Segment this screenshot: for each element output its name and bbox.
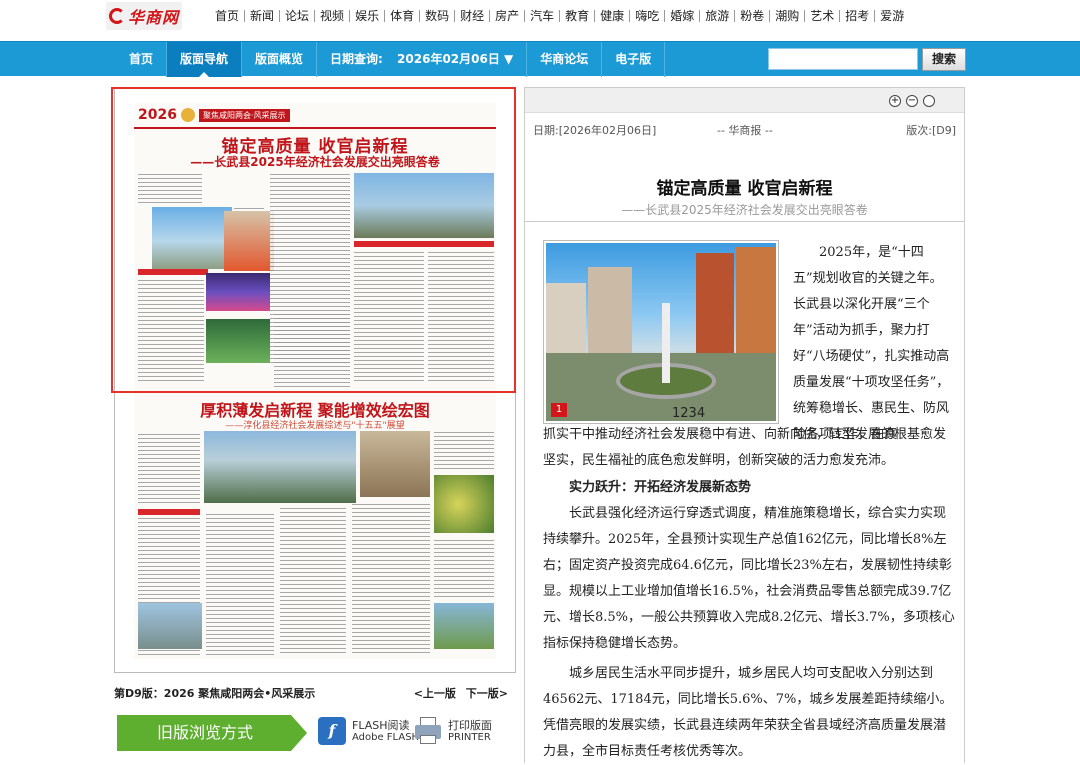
top-nav-item[interactable]: 嗨吃 xyxy=(630,8,664,24)
search-button[interactable]: 搜索 xyxy=(922,48,966,71)
zoom-in-icon[interactable]: + xyxy=(889,95,901,107)
old-version-button[interactable]: 旧版浏览方式 xyxy=(117,715,307,751)
article-date: 日期:[2026年02月06日] xyxy=(533,124,657,137)
printer-icon xyxy=(414,717,442,745)
top-nav-item[interactable]: 粉卷 xyxy=(735,8,769,24)
article-paragraph-3: 城乡居民生活水平同步提升，城乡居民人均可支配收入分别达到46562元、17184… xyxy=(543,666,953,759)
paper-text-block xyxy=(206,513,274,655)
top-nav-item[interactable]: 房产 xyxy=(490,8,524,24)
article-photo-image xyxy=(546,243,776,421)
paper-photo xyxy=(138,603,202,649)
top-nav-item[interactable]: 娱乐 xyxy=(350,8,384,24)
top-bar: 华商网 首页 新闻 论坛 视频 娱乐 体育 数码 财经 房产 汽车 教育 健康 嗨吃 婚嫁 旅游 粉卷 潮购 艺术… xyxy=(0,0,1080,40)
paper-text-block xyxy=(434,431,494,471)
blue-nav: 首页 版面导航 版面概览 日期查询: 2026年02月06日 ▼ 华商论坛 电子… xyxy=(116,42,666,77)
paper-photo xyxy=(434,603,494,649)
blue-nav-bar: 首页 版面导航 版面概览 日期查询: 2026年02月06日 ▼ 华商论坛 电子… xyxy=(0,41,1080,77)
paper-article2-subtitle: ——淳化县经济社会发展综述与"十五五"展望 xyxy=(225,421,405,431)
article-heading-1: 实力跃升：开拓经济发展新态势 xyxy=(569,480,752,495)
article-toolbar: + − xyxy=(525,88,964,113)
flash-reader-button[interactable]: f FLASH阅读 Adobe FLASH xyxy=(318,717,419,745)
top-nav-item[interactable]: 婚嫁 xyxy=(665,8,699,24)
nav-forum[interactable]: 华商论坛 xyxy=(527,42,603,77)
top-nav-item[interactable]: 论坛 xyxy=(280,8,314,24)
article-source: -- 华商报 -- xyxy=(717,124,773,137)
logo-icon xyxy=(108,8,125,24)
article-page: 版次:[D9] xyxy=(906,124,956,137)
paper-text-block xyxy=(352,503,430,655)
photo-badge: 1 xyxy=(551,403,567,417)
prev-page-link[interactable]: <上一版 xyxy=(414,687,456,700)
flash-label-main: FLASH阅读 xyxy=(352,718,410,732)
top-nav-item[interactable]: 视频 xyxy=(315,8,349,24)
photo-caption: 1234 xyxy=(672,406,706,421)
page-pager: <上一版 下一版> xyxy=(414,685,508,701)
top-nav-item[interactable]: 潮购 xyxy=(770,8,804,24)
article-photo[interactable]: 1 1234 xyxy=(543,240,779,424)
top-nav-item[interactable]: 招考 xyxy=(840,8,874,24)
top-nav-item[interactable]: 数码 xyxy=(420,8,454,24)
top-nav-item[interactable]: 汽车 xyxy=(525,8,559,24)
selected-article-highlight[interactable] xyxy=(111,87,516,393)
date-query-value: 2026年02月06日 xyxy=(397,52,500,66)
print-label-main: 打印版面 xyxy=(448,718,492,732)
nav-home[interactable]: 首页 xyxy=(116,42,168,77)
page-label: 第D9版：2026 聚焦咸阳两会•风采展示 xyxy=(114,687,316,700)
article-title: 锚定高质量 收官启新程 xyxy=(656,179,833,199)
article-paragraph-2: 长武县强化经济运行穿透式调度，精准施策稳增长，综合实力实现持续攀升。2025年，… xyxy=(543,506,955,651)
print-label-sub: PRINTER xyxy=(448,731,491,743)
search-input[interactable] xyxy=(768,48,918,70)
zoom-reset-icon[interactable] xyxy=(923,95,935,107)
top-nav-item[interactable]: 财经 xyxy=(455,8,489,24)
flash-icon: f xyxy=(318,717,346,745)
article-panel: + − 日期:[2026年02月06日] -- 华商报 -- 版次:[D9] 锚… xyxy=(524,87,965,763)
nav-page-overview[interactable]: 版面概览 xyxy=(242,42,318,77)
top-nav-item[interactable]: 艺术 xyxy=(805,8,839,24)
article-divider xyxy=(525,221,964,222)
paper-photo xyxy=(204,431,356,503)
next-page-link[interactable]: 下一版> xyxy=(466,687,508,700)
top-nav-item[interactable]: 教育 xyxy=(560,8,594,24)
top-nav-item[interactable]: 新闻 xyxy=(245,8,279,24)
logo-text: 华商网 xyxy=(127,8,179,27)
paper-text-block xyxy=(280,507,346,655)
flash-label: FLASH阅读 Adobe FLASH xyxy=(352,720,419,743)
dropdown-arrow-icon: ▼ xyxy=(504,52,514,66)
flash-label-sub: Adobe FLASH xyxy=(352,731,420,743)
date-query[interactable]: 日期查询: 2026年02月06日 ▼ xyxy=(317,42,528,77)
top-nav-item[interactable]: 爱游 xyxy=(875,8,909,24)
top-nav-item[interactable]: 旅游 xyxy=(700,8,734,24)
paper-section-label xyxy=(138,509,200,515)
paper-text-block xyxy=(434,539,494,599)
page-footer: 第D9版：2026 聚焦咸阳两会•风采展示 <上一版 下一版> xyxy=(114,683,516,701)
date-query-label: 日期查询: xyxy=(330,52,383,66)
top-nav-item[interactable]: 首页 xyxy=(210,8,244,24)
top-nav: 首页 新闻 论坛 视频 娱乐 体育 数码 财经 房产 汽车 教育 健康 嗨吃 婚嫁 旅游 粉卷 潮购 艺术 招考 爱游 xyxy=(210,8,909,24)
paper-photo xyxy=(434,475,494,533)
print-label: 打印版面 PRINTER xyxy=(448,720,492,743)
article-paragraph-1-cont: 抓实干中推动经济社会发展稳中有进、向新向优，转型发展的根基愈发坚实，民生福祉的底… xyxy=(543,427,947,468)
nav-page-navigation[interactable]: 版面导航 xyxy=(167,42,243,77)
paper-photo xyxy=(360,431,430,497)
top-nav-item[interactable]: 体育 xyxy=(385,8,419,24)
zoom-out-icon[interactable]: − xyxy=(906,95,918,107)
article-subtitle: ——长武县2025年经济社会发展交出亮眼答卷 xyxy=(621,203,868,217)
site-logo[interactable]: 华商网 xyxy=(106,2,182,30)
nav-epaper[interactable]: 电子版 xyxy=(602,42,666,77)
article-paragraph-1: 2025年，是“十四五”规划收官的关键之年。长武县以深化开展“三个年”活动为抓手… xyxy=(793,245,950,442)
print-page-button[interactable]: 打印版面 PRINTER xyxy=(414,717,492,745)
top-nav-item[interactable]: 健康 xyxy=(595,8,629,24)
paper-text-block xyxy=(138,433,200,503)
